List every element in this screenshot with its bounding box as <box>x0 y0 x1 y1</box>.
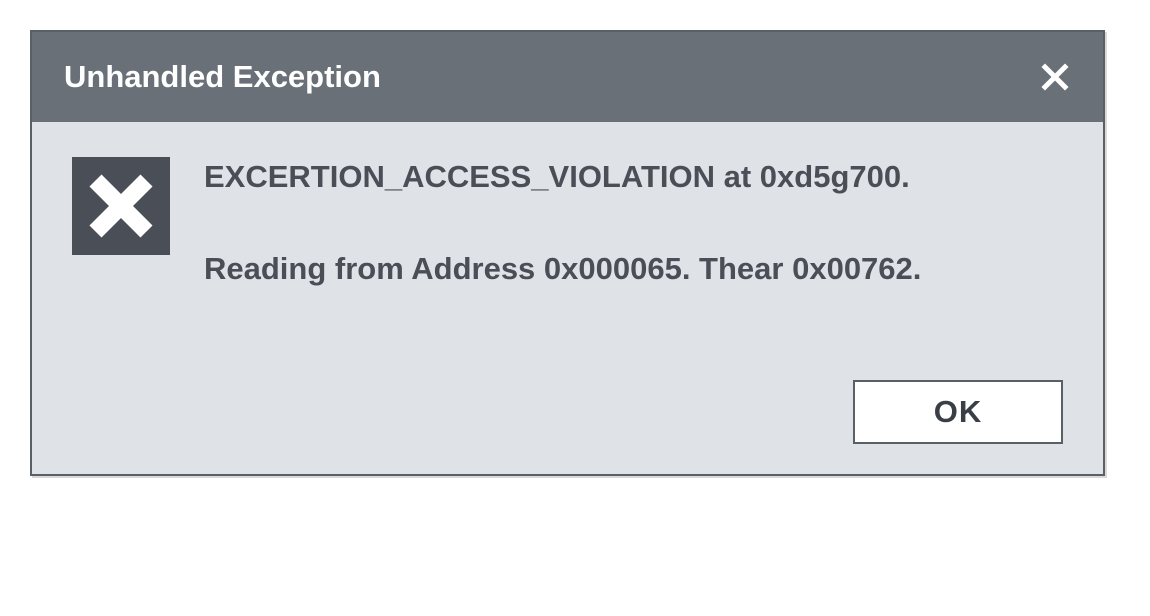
message-area: EXCERTION_ACCESS_VIOLATION at 0xd5g700. … <box>204 152 921 290</box>
error-message-line-1: EXCERTION_ACCESS_VIOLATION at 0xd5g700. <box>204 157 921 197</box>
close-icon <box>1040 62 1070 92</box>
error-message-line-2: Reading from Address 0x000065. Thear 0x0… <box>204 249 921 289</box>
ok-button[interactable]: OK <box>853 380 1063 444</box>
dialog-footer: OK <box>72 380 1063 444</box>
error-icon <box>72 157 170 255</box>
dialog-content: EXCERTION_ACCESS_VIOLATION at 0xd5g700. … <box>72 152 1063 290</box>
dialog-title: Unhandled Exception <box>64 59 381 95</box>
dialog-body: EXCERTION_ACCESS_VIOLATION at 0xd5g700. … <box>32 122 1103 474</box>
close-button[interactable] <box>1035 57 1075 97</box>
titlebar: Unhandled Exception <box>32 32 1103 122</box>
error-dialog: Unhandled Exception EXCERTION_ACCESS_VIO… <box>30 30 1105 476</box>
